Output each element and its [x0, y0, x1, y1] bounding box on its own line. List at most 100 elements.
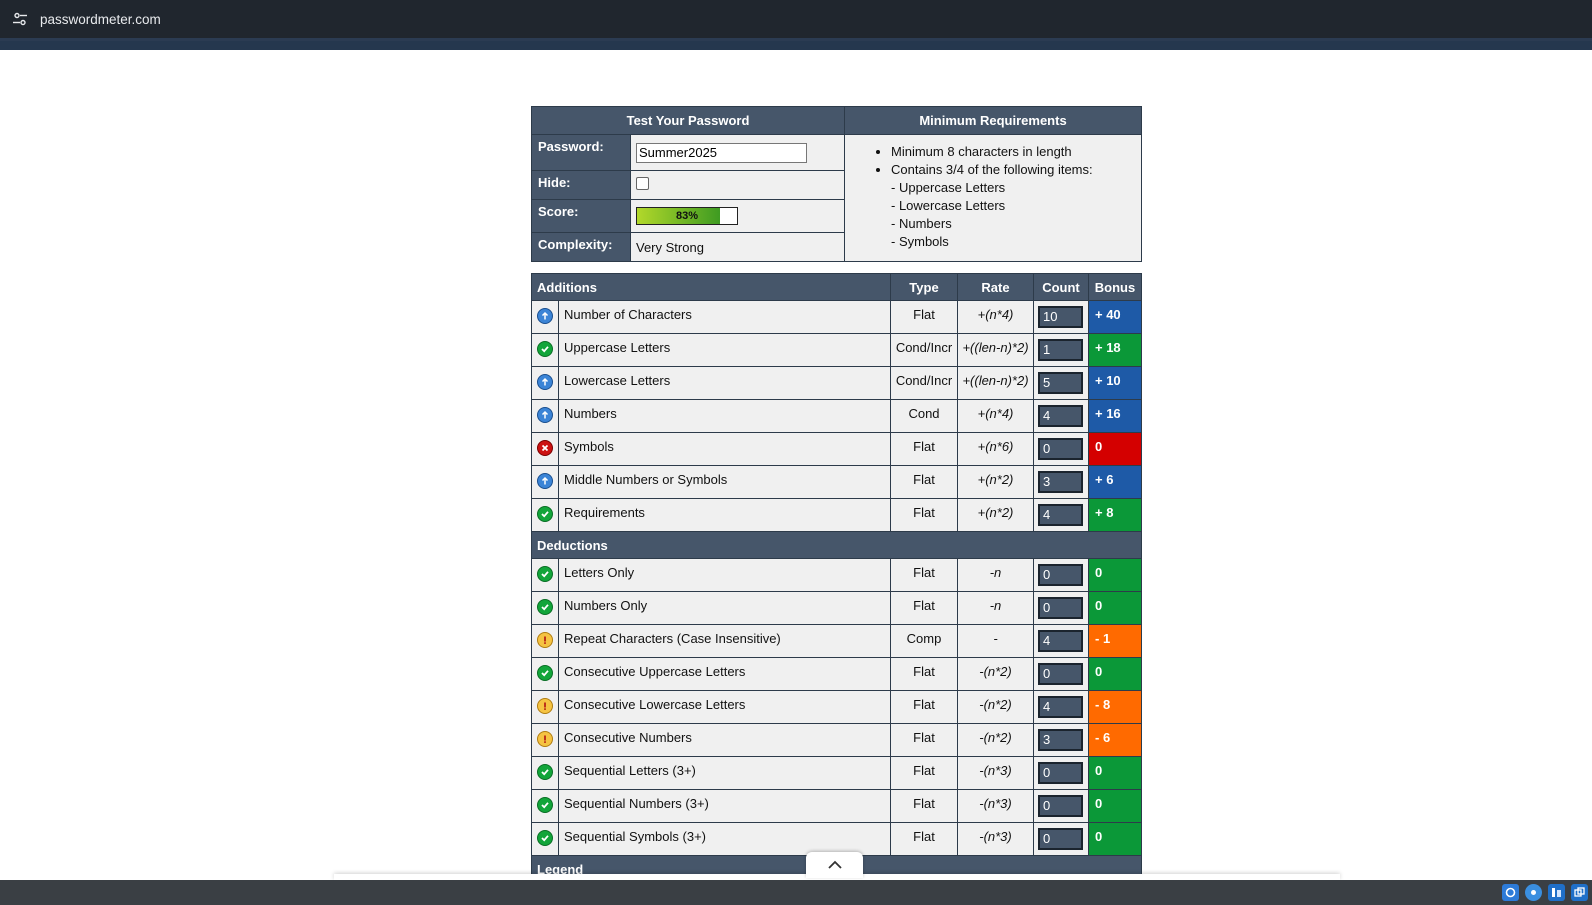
type-cell: Flat — [890, 822, 958, 856]
check-icon — [537, 566, 553, 582]
criterion-label: Requirements — [558, 498, 891, 532]
count-cell: 0 — [1033, 756, 1089, 790]
deductions-body: Letters Only Flat -n 0 0 Numbers Only Flat -n 0 0… — [531, 558, 1142, 856]
criterion-label: Symbols — [558, 432, 891, 466]
score-label: Score: — [531, 199, 631, 233]
main-content: Test Your Password Minimum Requirements … — [530, 106, 1143, 883]
count-box: 0 — [1038, 438, 1083, 460]
table-row: Consecutive Lowercase Letters Flat -(n*2) 4… — [531, 690, 1142, 724]
criterion-label: Number of Characters — [558, 300, 891, 334]
type-cell: Flat — [890, 723, 958, 757]
requirement-item: Contains 3/4 of the following items: — [891, 161, 1131, 179]
warning-icon — [537, 632, 553, 648]
additions-body: Number of Characters Flat +(n*4) 10 + 40 Uppe… — [531, 300, 1142, 532]
rate-cell: +((len-n)*2) — [957, 333, 1034, 367]
tune-icon[interactable] — [11, 10, 29, 28]
password-cell — [629, 134, 846, 171]
status-cell — [531, 333, 559, 367]
type-cell: Flat — [890, 756, 958, 790]
tray-windows-icon[interactable] — [1571, 884, 1588, 901]
url-text[interactable]: passwordmeter.com — [40, 12, 161, 27]
count-cell: 4 — [1033, 624, 1089, 658]
count-cell: 0 — [1033, 789, 1089, 823]
requirement-subitem: - Uppercase Letters — [891, 180, 1006, 195]
requirement-item: Minimum 8 characters in length — [891, 143, 1131, 161]
table-row: Symbols Flat +(n*6) 0 0 — [531, 432, 1142, 466]
status-cell — [531, 624, 559, 658]
criterion-label: Consecutive Uppercase Letters — [558, 657, 891, 691]
status-cell — [531, 591, 559, 625]
count-cell: 0 — [1033, 657, 1089, 691]
criterion-label: Numbers Only — [558, 591, 891, 625]
rate-cell: -n — [957, 558, 1034, 592]
table-row: Sequential Symbols (3+) Flat -(n*3) 0 0 — [531, 822, 1142, 856]
rate-cell: +(n*2) — [957, 465, 1034, 499]
requirement-subitem: - Numbers — [891, 216, 952, 231]
bonus-cell: - 8 — [1088, 690, 1142, 724]
x-icon — [537, 440, 553, 456]
score-breakdown-table: Additions Type Rate Count Bonus Number o… — [531, 273, 1142, 883]
count-cell: 4 — [1033, 399, 1089, 433]
rate-cell: -(n*3) — [957, 789, 1034, 823]
test-password-table: Test Your Password Minimum Requirements … — [530, 106, 1143, 262]
tray-app-icon[interactable] — [1502, 884, 1519, 901]
complexity-label: Complexity: — [531, 232, 631, 262]
count-cell: 1 — [1033, 333, 1089, 367]
rate-cell: +(n*6) — [957, 432, 1034, 466]
table-row: Consecutive Uppercase Letters Flat -(n*2) 0… — [531, 657, 1142, 691]
hide-checkbox[interactable] — [636, 177, 649, 190]
status-cell — [531, 558, 559, 592]
type-cell: Cond/Incr — [890, 333, 958, 367]
table-row: Letters Only Flat -n 0 0 — [531, 558, 1142, 592]
type-cell: Flat — [890, 657, 958, 691]
type-cell: Flat — [890, 690, 958, 724]
taskbar — [0, 880, 1592, 905]
bonus-header: Bonus — [1088, 273, 1142, 301]
status-cell — [531, 498, 559, 532]
bonus-cell: 0 — [1088, 591, 1142, 625]
status-cell — [531, 756, 559, 790]
count-box: 3 — [1038, 471, 1083, 493]
rate-cell: +(n*4) — [957, 399, 1034, 433]
rate-cell: -(n*2) — [957, 690, 1034, 724]
tray-network-icon[interactable] — [1525, 884, 1542, 901]
warning-icon — [537, 698, 553, 714]
status-cell — [531, 789, 559, 823]
type-cell: Flat — [890, 465, 958, 499]
criterion-label: Sequential Numbers (3+) — [558, 789, 891, 823]
count-cell: 0 — [1033, 822, 1089, 856]
criterion-label: Sequential Letters (3+) — [558, 756, 891, 790]
count-header: Count — [1033, 273, 1089, 301]
check-icon — [537, 665, 553, 681]
type-cell: Flat — [890, 789, 958, 823]
warning-icon — [537, 731, 553, 747]
count-box: 4 — [1038, 405, 1083, 427]
criterion-label: Letters Only — [558, 558, 891, 592]
criterion-label: Lowercase Letters — [558, 366, 891, 400]
status-cell — [531, 657, 559, 691]
table-row: Number of Characters Flat +(n*4) 10 + 40 — [531, 300, 1142, 334]
type-cell: Cond/Incr — [890, 366, 958, 400]
exceptional-icon — [537, 407, 553, 423]
count-box: 0 — [1038, 795, 1083, 817]
table-row: Repeat Characters (Case Insensitive) Comp… — [531, 624, 1142, 658]
table-row: Middle Numbers or Symbols Flat +(n*2) 3 + 6 — [531, 465, 1142, 499]
rate-cell: -(n*3) — [957, 756, 1034, 790]
type-cell: Flat — [890, 591, 958, 625]
criterion-label: Uppercase Letters — [558, 333, 891, 367]
count-box: 0 — [1038, 828, 1083, 850]
status-cell — [531, 366, 559, 400]
table-row: Lowercase Letters Cond/Incr +((len-n)*2) 5 +… — [531, 366, 1142, 400]
requirement-subitem: - Lowercase Letters — [891, 198, 1006, 213]
bonus-cell: 0 — [1088, 822, 1142, 856]
check-icon — [537, 830, 553, 846]
password-input[interactable] — [636, 142, 807, 163]
count-box: 0 — [1038, 597, 1083, 619]
status-cell — [531, 723, 559, 757]
scroll-top-button[interactable] — [806, 852, 863, 878]
tray-files-icon[interactable] — [1548, 884, 1565, 901]
status-cell — [531, 399, 559, 433]
score-bar: 83% — [636, 207, 738, 225]
bonus-cell: + 10 — [1088, 366, 1142, 400]
count-cell: 0 — [1033, 432, 1089, 466]
